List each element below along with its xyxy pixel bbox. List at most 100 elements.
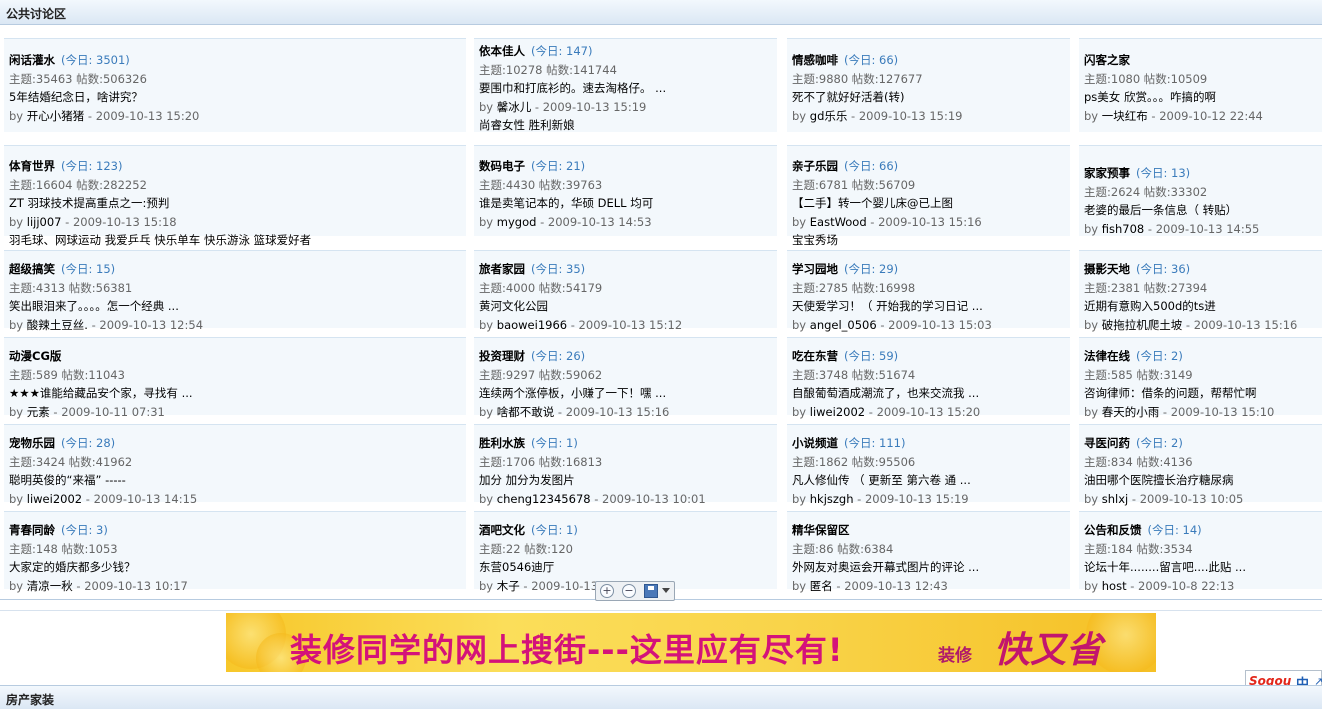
last-post-info: by baowei1966 - 2009-10-13 15:12 — [479, 318, 682, 332]
forum-card: 闪客之家 主题:1080 帖数:10509 ps美女 欣赏。。。咋搞的啊 by 一块红… — [1079, 38, 1322, 132]
author-link[interactable]: 开心小猪猪 — [27, 109, 85, 123]
latest-topic-link[interactable]: 连续两个涨停板，小赚了一下！嘿 ... — [479, 386, 666, 400]
latest-topic-link[interactable]: 凡人修仙传 （ 更新至 第六卷 通 ... — [792, 473, 971, 487]
latest-topic-link[interactable]: 外网友对奥运会开幕式图片的评论 ... — [792, 560, 979, 574]
author-link[interactable]: 一块红布 — [1102, 109, 1148, 123]
by-label: by — [1084, 404, 1099, 419]
forum-name-link[interactable]: 投资理财 — [479, 349, 525, 363]
last-post-info: by liwei2002 - 2009-10-13 14:15 — [9, 492, 197, 506]
latest-topic-link[interactable]: 加分 加分为发图片 — [479, 473, 575, 487]
latest-topic-link[interactable]: 咨询律师：借条的问题，帮帮忙啊 — [1084, 386, 1257, 400]
last-post-info: by fish708 - 2009-10-13 14:55 — [1084, 222, 1259, 236]
author-link[interactable]: 清凉一秋 — [27, 579, 73, 593]
latest-topic-link[interactable]: ps美女 欣赏。。。咋搞的啊 — [1084, 90, 1216, 104]
forum-name-link[interactable]: 闪客之家 — [1084, 53, 1130, 67]
sub-forum-links[interactable]: 宝宝秀场 — [792, 233, 838, 247]
forum-name-link[interactable]: 依本佳人 — [479, 44, 525, 58]
latest-topic-link[interactable]: 自酿葡萄酒成潮流了，也来交流我 ... — [792, 386, 979, 400]
latest-topic-link[interactable]: 大家定的婚庆都多少钱？ — [9, 560, 136, 574]
latest-topic-link[interactable]: ZT 羽球技术提高重点之一:预判 — [9, 196, 169, 210]
zoom-in-icon[interactable]: + — [600, 584, 614, 598]
post-date: - 2009-10-13 15:19 — [847, 108, 963, 123]
post-date: - 2009-10-11 07:31 — [49, 404, 165, 419]
forum-name-link[interactable]: 公告和反馈 — [1084, 523, 1142, 537]
forum-name-link[interactable]: 胜利水族 — [479, 436, 525, 450]
latest-topic-link[interactable]: 论坛十年........留言吧....此贴 ... — [1084, 560, 1246, 574]
forum-name-link[interactable]: 摄影天地 — [1084, 262, 1130, 276]
author-link[interactable]: liwei2002 — [27, 492, 82, 506]
latest-topic-link[interactable]: 笑出眼泪来了。。。。怎一个经典 ... — [9, 299, 179, 313]
post-date: - 2009-10-13 10:01 — [590, 491, 706, 506]
forum-name-link[interactable]: 闲话灌水 — [9, 53, 55, 67]
author-link[interactable]: 馨冰儿 — [497, 100, 532, 114]
latest-topic-link[interactable]: 【二手】转一个婴儿床@已上图 — [792, 196, 953, 210]
author-link[interactable]: liwei2002 — [810, 405, 865, 419]
latest-topic-link[interactable]: 天使爱学习！（ 开始我的学习日记 ... — [792, 299, 983, 313]
latest-topic-link[interactable]: 谁是卖笔记本的，华硕 DELL 均可 — [479, 196, 653, 210]
author-link[interactable]: lijj007 — [27, 215, 62, 229]
forum-name-link[interactable]: 法律在线 — [1084, 349, 1130, 363]
forum-name-link[interactable]: 寻医问药 — [1084, 436, 1130, 450]
forum-name-link[interactable]: 数码电子 — [479, 159, 525, 173]
sub-forum-links[interactable]: 尚睿女性 胜利新娘 — [479, 118, 575, 132]
last-post-info: by 开心小猪猪 - 2009-10-13 15:20 — [9, 109, 199, 123]
author-link[interactable]: cheng12345678 — [497, 492, 591, 506]
last-post-info: by 春天的小雨 - 2009-10-13 15:10 — [1084, 405, 1274, 419]
zoom-out-icon[interactable]: − — [622, 584, 636, 598]
latest-topic-link[interactable]: 油田哪个医院擅长治疗糖尿病 — [1084, 473, 1234, 487]
author-link[interactable]: host — [1102, 579, 1127, 593]
author-link[interactable]: gd乐乐 — [810, 109, 848, 123]
forum-name-link[interactable]: 青春同龄 — [9, 523, 55, 537]
forum-name-link[interactable]: 精华保留区 — [792, 523, 850, 537]
sub-forum-links[interactable]: 羽毛球、网球运动 我爱乒乓 快乐单车 快乐游泳 篮球爱好者 — [9, 233, 311, 247]
author-link[interactable]: 酸辣土豆丝. — [27, 318, 88, 332]
latest-topic-link[interactable]: 近期有意购入500d的ts进 — [1084, 299, 1216, 313]
latest-topic-link[interactable]: 5年结婚纪念日，啥讲究？ — [9, 90, 143, 104]
forum-name-link[interactable]: 动漫CG版 — [9, 349, 61, 363]
latest-topic-link[interactable]: 黄河文化公园 — [479, 299, 548, 313]
save-icon[interactable] — [644, 584, 658, 598]
forum-name-link[interactable]: 亲子乐园 — [792, 159, 838, 173]
author-link[interactable]: mygod — [497, 215, 537, 229]
author-link[interactable]: shlxj — [1102, 492, 1128, 506]
forum-name-link[interactable]: 学习园地 — [792, 262, 838, 276]
latest-topic-link[interactable]: 东营0546迪厅 — [479, 560, 554, 574]
forum-name-link[interactable]: 旅者家园 — [479, 262, 525, 276]
author-link[interactable]: fish708 — [1102, 222, 1144, 236]
latest-topic-link[interactable]: 死不了就好好活着(转) — [792, 90, 904, 104]
author-link[interactable]: 破拖拉机爬土坡 — [1102, 318, 1183, 332]
latest-topic-link[interactable]: 老婆的最后一条信息（ 转贴） — [1084, 203, 1237, 217]
by-label: by — [1084, 221, 1099, 236]
latest-topic-link[interactable]: 聪明英俊的“来福” ----- — [9, 473, 126, 487]
author-link[interactable]: 啥都不敢说 — [497, 405, 555, 419]
last-post-info: by 匿名 - 2009-10-13 12:43 — [792, 579, 948, 593]
forum-card: 摄影天地 (今日: 36) 主题:2381 帖数:27394 近期有意购入500d的t… — [1079, 250, 1322, 332]
author-link[interactable]: hkjszgh — [810, 492, 854, 506]
forum-name-link[interactable]: 小说频道 — [792, 436, 838, 450]
author-link[interactable]: 春天的小雨 — [1102, 405, 1160, 419]
forum-today-count: (今日: 66) — [844, 53, 899, 67]
forum-name-link[interactable]: 酒吧文化 — [479, 523, 525, 537]
forum-stats: 主题:86 帖数:6384 — [792, 541, 894, 556]
author-link[interactable]: 木子 — [497, 579, 520, 593]
ad-banner[interactable]: 装修同学的网上搜街---这里应有尽有! 装修 快又省 — [226, 613, 1156, 672]
by-label: by — [9, 404, 24, 419]
forum-name-link[interactable]: 宠物乐园 — [9, 436, 55, 450]
forum-name-link[interactable]: 吃在东营 — [792, 349, 838, 363]
forum-name-link[interactable]: 情感咖啡 — [792, 53, 838, 67]
forum-name-link[interactable]: 家家预事 — [1084, 166, 1130, 180]
forum-today-count: (今日: 66) — [844, 159, 899, 173]
latest-topic-link[interactable]: 要围巾和打底衫的。速去淘格仔。 ... — [479, 81, 666, 95]
author-link[interactable]: 匿名 — [810, 579, 833, 593]
latest-topic-link[interactable]: ★★★谁能给藏品安个家，寻找有 ... — [9, 386, 193, 400]
forum-stats: 主题:148 帖数:1053 — [9, 541, 118, 556]
post-date: - 2009-10-13 15:16 — [554, 404, 670, 419]
author-link[interactable]: EastWood — [810, 215, 867, 229]
author-link[interactable]: 元素 — [27, 405, 50, 419]
forum-name-link[interactable]: 超级搞笑 — [9, 262, 55, 276]
forum-name-link[interactable]: 体育世界 — [9, 159, 55, 173]
author-link[interactable]: baowei1966 — [497, 318, 567, 332]
author-link[interactable]: angel_0506 — [810, 318, 877, 332]
chevron-down-icon[interactable] — [662, 588, 670, 593]
by-label: by — [479, 491, 494, 506]
